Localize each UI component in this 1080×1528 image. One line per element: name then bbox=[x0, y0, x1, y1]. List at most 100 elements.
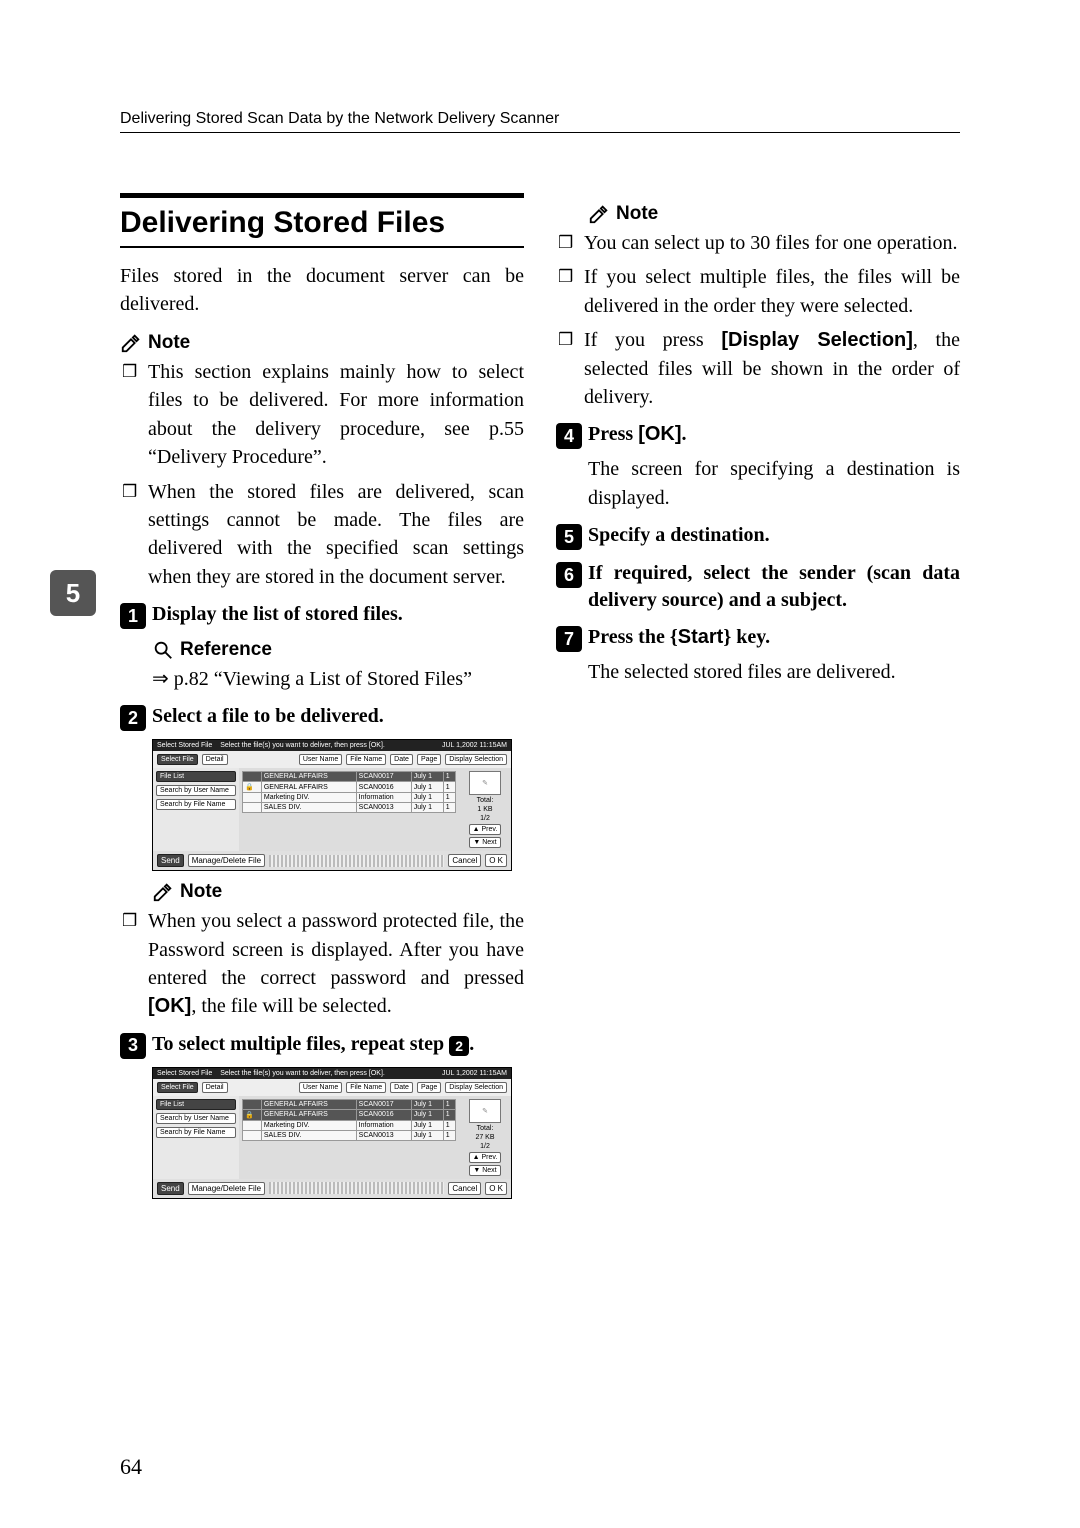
pager: 1/2 bbox=[480, 815, 490, 822]
sort-date[interactable]: Date bbox=[390, 1082, 413, 1093]
note-item: When the stored files are delivered, sca… bbox=[122, 478, 524, 592]
step-text: Press [OK]. bbox=[588, 421, 687, 448]
left-column: Delivering Stored Files Files stored in … bbox=[120, 193, 524, 1207]
side-chapter-tab: 5 bbox=[50, 570, 96, 616]
pencil-icon bbox=[120, 332, 142, 354]
shot-datetime: JUL 1,2002 11:15AM bbox=[442, 742, 507, 749]
ok-inline-label: [OK] bbox=[638, 423, 681, 445]
next-button[interactable]: ▼ Next bbox=[469, 1165, 500, 1176]
send-button[interactable]: Send bbox=[157, 1182, 184, 1195]
display-selection-button[interactable]: Display Selection bbox=[445, 1082, 507, 1093]
note-item: If you select multiple files, the files … bbox=[558, 263, 960, 320]
step-body: The selected stored files are delivered. bbox=[588, 658, 960, 686]
next-button[interactable]: ▼ Next bbox=[469, 837, 500, 848]
table-row[interactable]: SALES DIV.SCAN0013July 11 bbox=[243, 803, 456, 813]
section-title: Delivering Stored Files bbox=[120, 193, 524, 248]
cancel-button[interactable]: Cancel bbox=[448, 1182, 481, 1195]
note-item: You can select up to 30 files for one op… bbox=[558, 229, 960, 257]
total-value: 27 KB bbox=[475, 1134, 494, 1141]
shot-datetime: JUL 1,2002 11:15AM bbox=[442, 1070, 507, 1077]
note-heading: Note bbox=[120, 332, 524, 354]
note-list: This section explains mainly how to sele… bbox=[120, 358, 524, 591]
table-row[interactable]: Marketing DIV.InformationJuly 11 bbox=[243, 1120, 456, 1130]
note-item: This section explains mainly how to sele… bbox=[122, 358, 524, 472]
step-number-badge: 1 bbox=[120, 603, 146, 629]
detail-tab[interactable]: Detail bbox=[202, 1082, 228, 1093]
file-list-button[interactable]: File List bbox=[156, 771, 236, 782]
manage-delete-button[interactable]: Manage/Delete File bbox=[188, 854, 265, 867]
screenshot-select-stored-file-multi: Select Stored File Select the file(s) yo… bbox=[152, 1067, 512, 1199]
step-4: 4 Press [OK]. The screen for specifying … bbox=[556, 421, 960, 512]
manage-delete-button[interactable]: Manage/Delete File bbox=[188, 1182, 265, 1195]
step-number-badge: 5 bbox=[556, 524, 582, 550]
step-number-badge: 7 bbox=[556, 626, 582, 652]
total-label: Total: bbox=[477, 1125, 494, 1132]
table-row[interactable]: 🔒GENERAL AFFAIRSSCAN0016July 11 bbox=[243, 782, 456, 793]
step-text: Press the {Start} key. bbox=[588, 624, 770, 651]
select-file-tab[interactable]: Select File bbox=[157, 754, 198, 765]
file-table: GENERAL AFFAIRSSCAN0017July 11 🔒GENERAL … bbox=[242, 1099, 456, 1141]
search-by-file-name-button[interactable]: Search by File Name bbox=[156, 799, 236, 810]
search-by-file-name-button[interactable]: Search by File Name bbox=[156, 1127, 236, 1138]
thumbnail-icon: ✎ bbox=[469, 1099, 501, 1123]
table-row[interactable]: SALES DIV.SCAN0013July 11 bbox=[243, 1130, 456, 1140]
step-number-badge: 2 bbox=[120, 705, 146, 731]
search-by-user-name-button[interactable]: Search by User Name bbox=[156, 785, 236, 796]
note-label: Note bbox=[616, 203, 658, 225]
shot-subtitle: Select the file(s) you want to deliver, … bbox=[220, 742, 385, 749]
note-item: If you press [Display Selection], the se… bbox=[558, 326, 960, 411]
step-5: 5 Specify a destination. bbox=[556, 522, 960, 550]
step-number-badge: 6 bbox=[556, 562, 582, 588]
note-list: When you select a password protected fil… bbox=[120, 907, 524, 1021]
step-text: To select multiple files, repeat step 2. bbox=[152, 1031, 474, 1058]
sort-page[interactable]: Page bbox=[417, 754, 441, 765]
step-6: 6 If required, select the sender (scan d… bbox=[556, 560, 960, 614]
ok-inline-label: [OK] bbox=[148, 995, 191, 1017]
sort-user-name[interactable]: User Name bbox=[299, 1082, 342, 1093]
table-row[interactable]: 🔒GENERAL AFFAIRSSCAN0016July 11 bbox=[243, 1109, 456, 1120]
ok-button[interactable]: O K bbox=[485, 854, 507, 867]
sort-user-name[interactable]: User Name bbox=[299, 754, 342, 765]
reference-heading: Reference bbox=[152, 639, 524, 661]
search-by-user-name-button[interactable]: Search by User Name bbox=[156, 1113, 236, 1124]
file-list-button[interactable]: File List bbox=[156, 1099, 236, 1110]
sort-page[interactable]: Page bbox=[417, 1082, 441, 1093]
reference-text: ⇒ p.82 “Viewing a List of Stored Files” bbox=[152, 665, 524, 693]
running-head: Delivering Stored Scan Data by the Netwo… bbox=[120, 110, 960, 133]
table-row[interactable]: GENERAL AFFAIRSSCAN0017July 11 bbox=[243, 772, 456, 782]
step-ref-badge: 2 bbox=[449, 1036, 469, 1056]
page-number: 64 bbox=[120, 1454, 142, 1480]
note-item: When you select a password protected fil… bbox=[122, 907, 524, 1021]
select-file-tab[interactable]: Select File bbox=[157, 1082, 198, 1093]
display-selection-button[interactable]: Display Selection bbox=[445, 754, 507, 765]
footer-stripes bbox=[269, 1182, 444, 1194]
shot-title: Select Stored File bbox=[157, 742, 212, 749]
sort-file-name[interactable]: File Name bbox=[346, 1082, 386, 1093]
table-row[interactable]: GENERAL AFFAIRSSCAN0017July 11 bbox=[243, 1099, 456, 1109]
table-row[interactable]: Marketing DIV.InformationJuly 11 bbox=[243, 793, 456, 803]
note-label: Note bbox=[148, 332, 190, 354]
ok-button[interactable]: O K bbox=[485, 1182, 507, 1195]
sort-file-name[interactable]: File Name bbox=[346, 754, 386, 765]
prev-button[interactable]: ▲ Prev. bbox=[469, 1152, 502, 1163]
step-text: If required, select the sender (scan dat… bbox=[588, 560, 960, 614]
reference-label: Reference bbox=[180, 639, 272, 661]
start-key-label: Start bbox=[678, 626, 724, 648]
screenshot-select-stored-file: Select Stored File Select the file(s) yo… bbox=[152, 739, 512, 871]
pencil-icon bbox=[152, 881, 174, 903]
sort-date[interactable]: Date bbox=[390, 754, 413, 765]
step-text: Select a file to be delivered. bbox=[152, 703, 384, 730]
send-button[interactable]: Send bbox=[157, 854, 184, 867]
section-lead: Files stored in the document server can … bbox=[120, 262, 524, 318]
cancel-button[interactable]: Cancel bbox=[448, 854, 481, 867]
step-number-badge: 4 bbox=[556, 423, 582, 449]
prev-button[interactable]: ▲ Prev. bbox=[469, 824, 502, 835]
detail-tab[interactable]: Detail bbox=[202, 754, 228, 765]
note-list: You can select up to 30 files for one op… bbox=[556, 229, 960, 411]
pencil-icon bbox=[588, 203, 610, 225]
shot-subtitle: Select the file(s) you want to deliver, … bbox=[220, 1070, 385, 1077]
pager: 1/2 bbox=[480, 1143, 490, 1150]
footer-stripes bbox=[269, 855, 444, 867]
total-value: 1 KB bbox=[477, 806, 492, 813]
step-2: 2 Select a file to be delivered. bbox=[120, 703, 524, 731]
